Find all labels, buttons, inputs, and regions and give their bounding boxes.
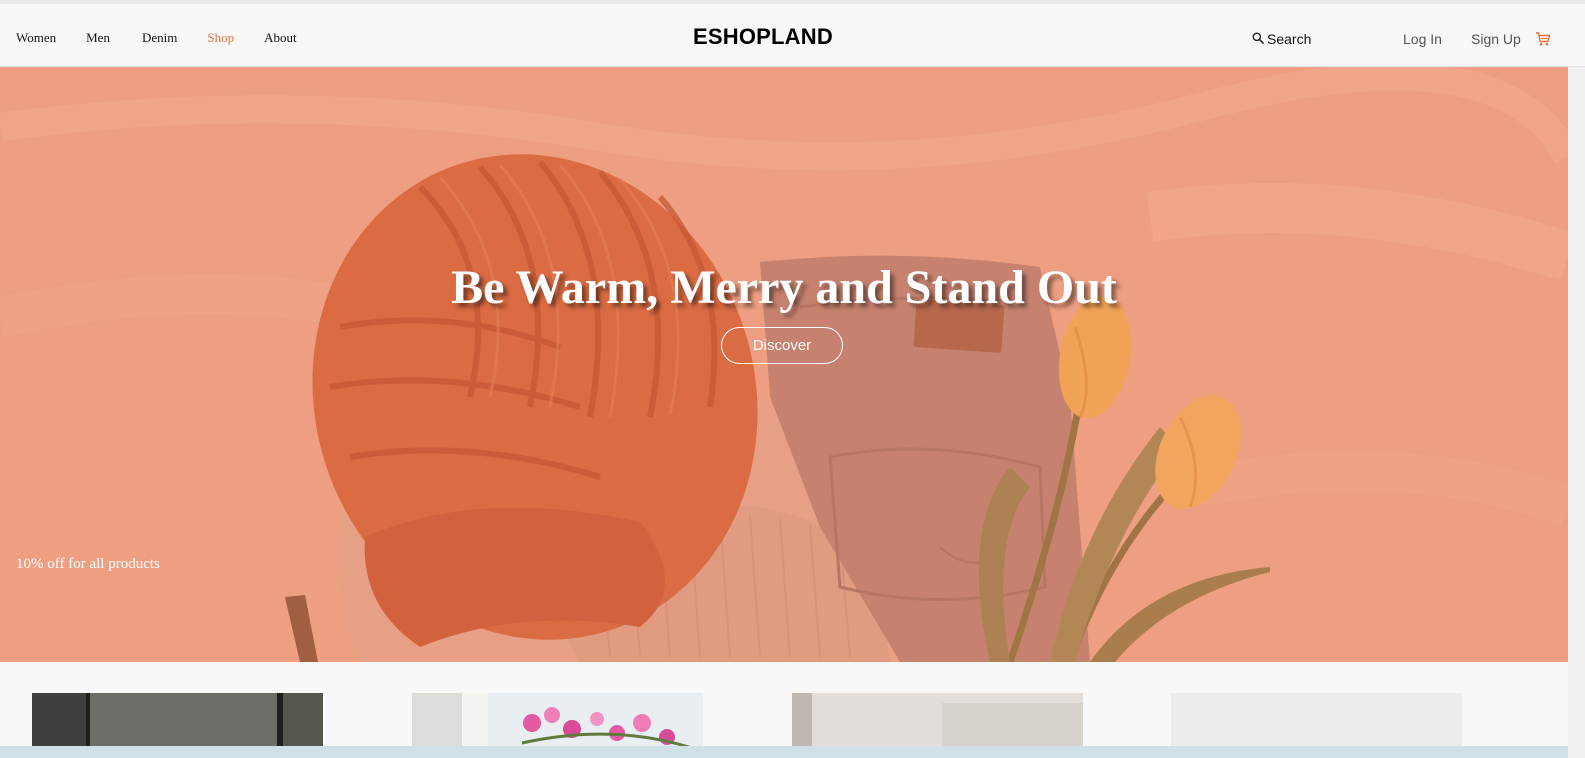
product-thumbnail[interactable] [412,693,703,753]
discover-button[interactable]: Discover [721,327,843,364]
hero-title: Be Warm, Merry and Stand Out [451,261,1117,314]
nav-item-denim[interactable]: Denim [142,30,177,46]
page: Women Men Denim Shop About ESHOPLAND Sea… [0,0,1585,758]
hero-background-image [0,67,1568,662]
search-label: Search [1267,31,1312,47]
promo-text: 10% off for all products [16,556,160,572]
product-thumbnail[interactable] [1171,693,1462,753]
cart-icon[interactable] [1535,31,1551,47]
login-link[interactable]: Log In [1403,31,1442,47]
nav-item-shop[interactable]: Shop [207,30,234,46]
brand-logo[interactable]: ESHOPLAND [693,24,833,50]
signup-link[interactable]: Sign Up [1471,31,1521,47]
product-thumbnail[interactable] [32,693,323,753]
search-icon [1252,31,1264,47]
search-field[interactable]: Search [1252,31,1311,47]
hero-banner: Be Warm, Merry and Stand Out Discover 10… [0,67,1568,662]
nav-item-about[interactable]: About [264,30,297,46]
main-nav: Women Men Denim Shop About [16,30,297,46]
nav-item-men[interactable]: Men [86,30,110,46]
page-scrollbar[interactable] [1568,67,1585,758]
nav-item-women[interactable]: Women [16,30,56,46]
top-navigation-bar: Women Men Denim Shop About ESHOPLAND Sea… [0,0,1585,67]
product-thumbnail[interactable] [792,693,1083,753]
product-grid [0,662,1568,758]
bottom-edge [0,746,1568,758]
